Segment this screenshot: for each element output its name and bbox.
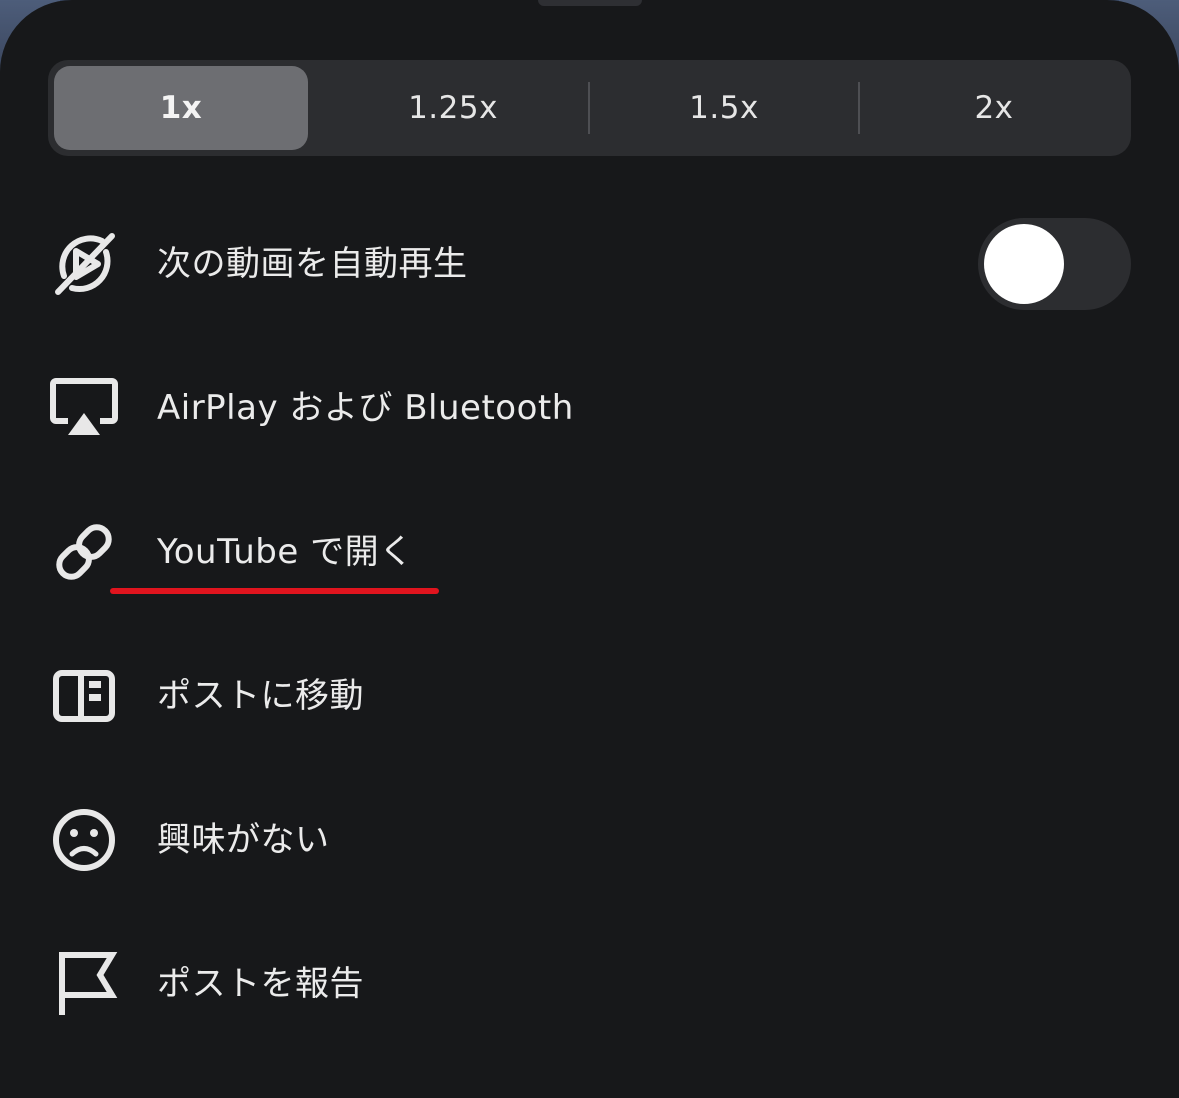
toggle-knob <box>984 224 1064 304</box>
speed-option-2x[interactable]: 2x <box>861 66 1127 150</box>
autoplay-toggle[interactable] <box>978 218 1131 310</box>
speed-option-1-5x[interactable]: 1.5x <box>591 66 857 150</box>
flag-icon <box>52 950 120 1018</box>
go-to-post-label: ポストに移動 <box>157 676 364 716</box>
menu-item-not-interested[interactable]: 興味がない <box>0 780 1179 900</box>
menu-item-open-youtube[interactable]: YouTube で開く <box>0 492 1179 612</box>
sad-face-icon <box>50 806 118 874</box>
airplay-label: AirPlay および Bluetooth <box>157 388 574 428</box>
speed-divider <box>858 82 860 134</box>
speed-option-1-25x[interactable]: 1.25x <box>320 66 586 150</box>
autoplay-off-icon <box>50 230 118 298</box>
speed-divider <box>588 82 590 134</box>
report-post-label: ポストを報告 <box>157 964 364 1004</box>
annotation-underline <box>110 588 439 594</box>
airplay-icon <box>50 374 118 442</box>
speed-option-1x[interactable]: 1x <box>54 66 308 150</box>
post-panel-icon <box>50 662 118 730</box>
playback-speed-selector: 1x 1.25x 1.5x 2x <box>48 60 1131 156</box>
menu-item-go-to-post[interactable]: ポストに移動 <box>0 636 1179 756</box>
sheet-grabber[interactable] <box>538 0 642 6</box>
autoplay-label: 次の動画を自動再生 <box>157 244 468 284</box>
open-youtube-label: YouTube で開く <box>157 532 414 572</box>
menu-item-report-post[interactable]: ポストを報告 <box>0 924 1179 1044</box>
link-icon <box>50 518 118 586</box>
options-sheet: 1x 1.25x 1.5x 2x 次の動画を自動再生 AirPlay および B… <box>0 0 1179 1098</box>
not-interested-label: 興味がない <box>157 820 330 860</box>
menu-item-airplay[interactable]: AirPlay および Bluetooth <box>0 348 1179 468</box>
